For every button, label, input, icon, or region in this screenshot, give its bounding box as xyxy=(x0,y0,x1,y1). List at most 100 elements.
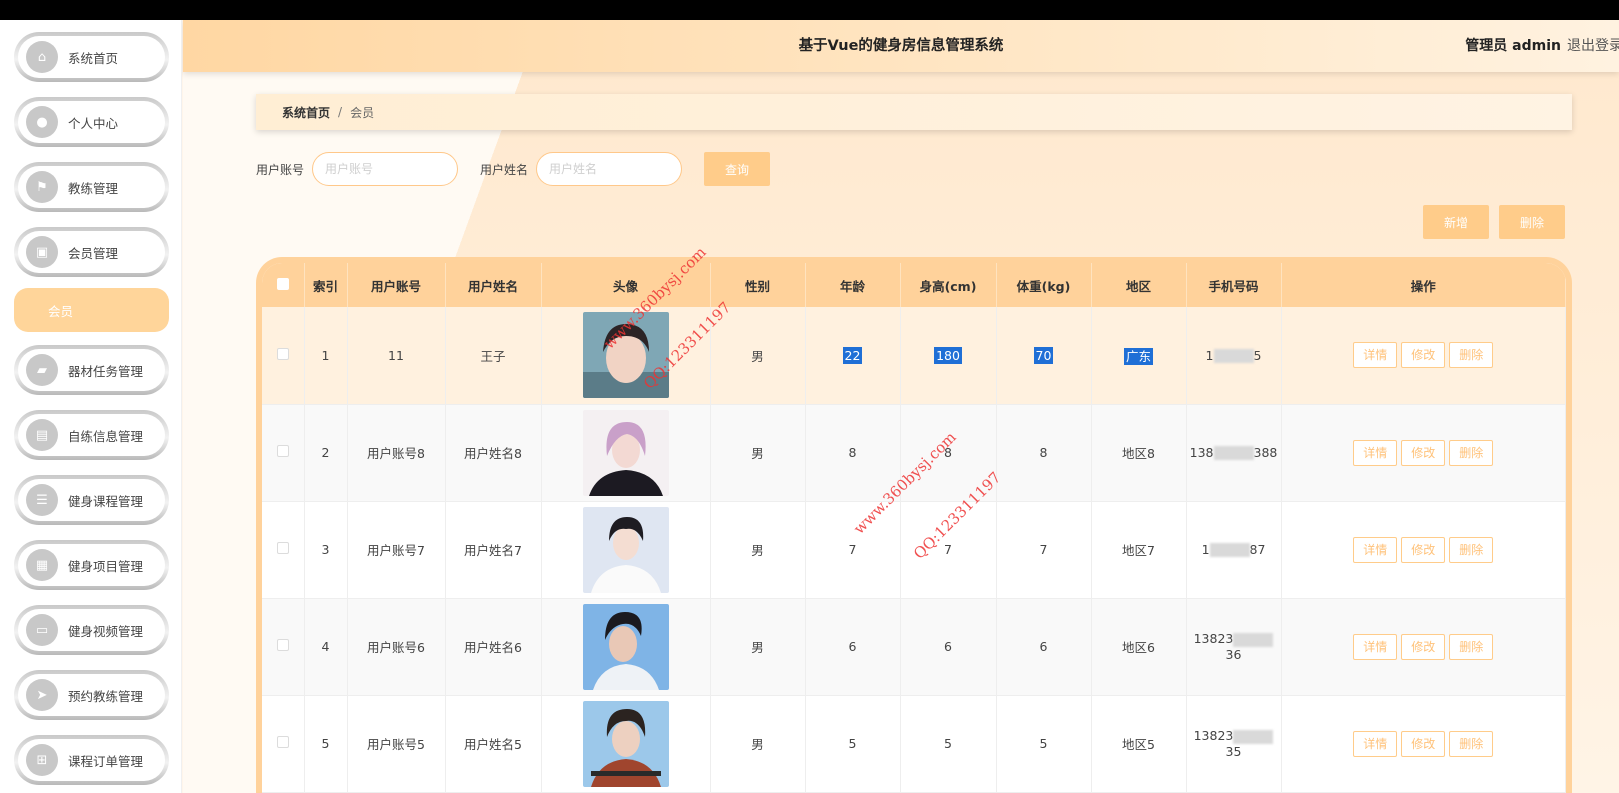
delete-button[interactable]: 删除 xyxy=(1449,536,1494,563)
home-icon: ⌂ xyxy=(26,41,58,73)
col-age: 年龄 xyxy=(805,263,901,307)
cell-age: 8 xyxy=(805,404,901,502)
detail-button[interactable]: 详情 xyxy=(1353,439,1398,466)
table-row: 4 用户账号6 用户姓名6 男 6 6 6 地区6 1382336 详情 修改 删除 xyxy=(262,598,1566,696)
delete-button[interactable]: 删除 xyxy=(1449,730,1494,757)
account-input[interactable] xyxy=(312,152,459,186)
cell-name: 用户姓名7 xyxy=(445,501,542,599)
sidebar-item-home[interactable]: ⌂ 系统首页 xyxy=(14,32,169,82)
edit-button[interactable]: 修改 xyxy=(1401,730,1446,757)
cell-name: 用户姓名6 xyxy=(445,598,542,696)
edit-button[interactable]: 修改 xyxy=(1401,536,1446,563)
cell-actions: 详情 修改 删除 xyxy=(1281,598,1566,696)
cell-gender: 男 xyxy=(710,501,806,599)
logout-link[interactable]: 退出登录 xyxy=(1567,20,1619,72)
sidebar-item-video[interactable]: ▭ 健身视频管理 xyxy=(14,605,169,655)
col-avatar: 头像 xyxy=(541,263,711,307)
sidebar-item-coach[interactable]: ⚑ 教练管理 xyxy=(14,162,169,212)
cell-gender: 男 xyxy=(710,307,806,405)
sidebar-subitem-member[interactable]: 会员 xyxy=(14,288,169,332)
cell-height: 8 xyxy=(900,404,997,502)
col-gender: 性别 xyxy=(710,263,806,307)
phone-blur-mask xyxy=(1209,543,1250,558)
sidebar-item-profile[interactable]: ● 个人中心 xyxy=(14,97,169,147)
cell-avatar xyxy=(541,404,711,502)
cell-region: 地区5 xyxy=(1091,695,1187,793)
breadcrumb-current: 会员 xyxy=(350,105,375,120)
sidebar-item-selftrain[interactable]: ▤ 自练信息管理 xyxy=(14,410,169,460)
name-input[interactable] xyxy=(536,152,683,186)
query-button[interactable]: 查询 xyxy=(704,152,771,186)
cell-account: 用户账号5 xyxy=(347,695,446,793)
sidebar-item-equipment[interactable]: ▰ 器材任务管理 xyxy=(14,345,169,395)
search-bar: 用户账号 用户姓名 查询 xyxy=(256,152,771,186)
row-checkbox[interactable] xyxy=(262,307,305,405)
table-row: 5 用户账号5 用户姓名5 男 5 5 5 地区5 1382335 详情 修改 删除 xyxy=(262,695,1566,793)
sidebar-item-course[interactable]: ☰ 健身课程管理 xyxy=(14,475,169,525)
cell-avatar xyxy=(541,598,711,696)
user-icon: ● xyxy=(26,106,58,138)
delete-button[interactable]: 删除 xyxy=(1449,633,1494,660)
breadcrumb-separator: / xyxy=(338,105,343,119)
cell-region: 地区8 xyxy=(1091,404,1187,502)
name-label: 用户姓名 xyxy=(480,162,529,177)
cell-phone: 138 388 xyxy=(1186,404,1282,502)
select-all-checkbox[interactable] xyxy=(262,263,305,307)
sidebar-item-member[interactable]: ▣ 会员管理 xyxy=(14,227,169,277)
col-weight: 体重(kg) xyxy=(996,263,1092,307)
cell-height: 7 xyxy=(900,501,997,599)
cell-avatar xyxy=(541,695,711,793)
cell-weight: 7 xyxy=(996,501,1092,599)
row-checkbox[interactable] xyxy=(262,501,305,599)
cell-index: 5 xyxy=(304,695,348,793)
table-row: 2 用户账号8 用户姓名8 男 8 8 8 地区8 138 388 详情 修改 删除 xyxy=(262,404,1566,502)
edit-button[interactable]: 修改 xyxy=(1401,633,1446,660)
sidebar-item-booking[interactable]: ➤ 预约教练管理 xyxy=(14,670,169,720)
cell-index: 4 xyxy=(304,598,348,696)
breadcrumb-home[interactable]: 系统首页 xyxy=(282,104,330,121)
avatar xyxy=(582,409,669,496)
sidebar-item-order[interactable]: ⊞ 课程订单管理 xyxy=(14,735,169,785)
col-height: 身高(cm) xyxy=(900,263,997,307)
table-actions: 新增 删除 xyxy=(1423,205,1565,239)
batch-delete-button[interactable]: 删除 xyxy=(1499,205,1565,239)
edit-button[interactable]: 修改 xyxy=(1401,342,1446,369)
grid-icon: ▦ xyxy=(26,549,58,581)
row-checkbox[interactable] xyxy=(262,695,305,793)
cell-name: 王子 xyxy=(445,307,542,405)
cell-region: 地区7 xyxy=(1091,501,1187,599)
phone-blur-mask xyxy=(1233,729,1274,744)
delete-button[interactable]: 删除 xyxy=(1449,342,1494,369)
monitor-icon: ▭ xyxy=(26,614,58,646)
avatar xyxy=(582,603,669,690)
sidebar-item-project[interactable]: ▦ 健身项目管理 xyxy=(14,540,169,590)
col-region: 地区 xyxy=(1091,263,1187,307)
app-window: ⌂ 系统首页 ● 个人中心 ⚑ 教练管理 ▣ 会员管理 会员 ▰ 器材任务管理 ▤ 自练信息… xyxy=(0,20,1619,793)
row-checkbox[interactable] xyxy=(262,404,305,502)
detail-button[interactable]: 详情 xyxy=(1353,730,1398,757)
row-checkbox[interactable] xyxy=(262,598,305,696)
cell-age: 7 xyxy=(805,501,901,599)
cell-phone: 1 87 xyxy=(1186,501,1282,599)
cell-index: 2 xyxy=(304,404,348,502)
table-row: 1 11 王子 男 22 180 70 广东 15 详情 修改 删除 xyxy=(262,307,1566,405)
detail-button[interactable]: 详情 xyxy=(1353,536,1398,563)
add-button[interactable]: 新增 xyxy=(1423,205,1489,239)
edit-button[interactable]: 修改 xyxy=(1401,439,1446,466)
cell-weight: 5 xyxy=(996,695,1092,793)
col-account: 用户账号 xyxy=(347,263,446,307)
cell-weight: 70 xyxy=(996,307,1092,405)
col-name: 用户姓名 xyxy=(445,263,542,307)
phone-blur-mask xyxy=(1233,632,1274,647)
breadcrumb: 系统首页 / 会员 xyxy=(256,94,1572,130)
detail-button[interactable]: 详情 xyxy=(1353,633,1398,660)
cell-region: 地区6 xyxy=(1091,598,1187,696)
delete-button[interactable]: 删除 xyxy=(1449,439,1494,466)
cell-weight: 6 xyxy=(996,598,1092,696)
phone-blur-mask xyxy=(1213,349,1254,363)
sidebar: ⌂ 系统首页 ● 个人中心 ⚑ 教练管理 ▣ 会员管理 会员 ▰ 器材任务管理 ▤ 自练信息… xyxy=(0,20,182,793)
cell-index: 1 xyxy=(304,307,348,405)
cell-gender: 男 xyxy=(710,598,806,696)
detail-button[interactable]: 详情 xyxy=(1353,342,1398,369)
avatar xyxy=(582,700,669,787)
